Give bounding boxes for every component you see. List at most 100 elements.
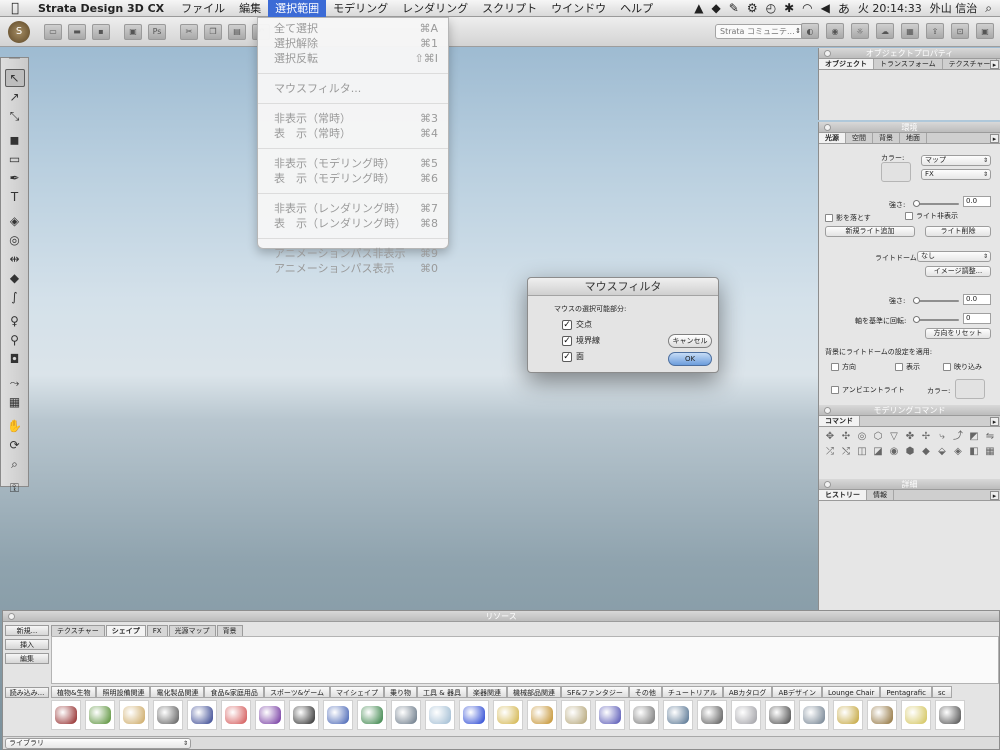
- command-icon[interactable]: ⬙: [935, 446, 949, 458]
- save-icon[interactable]: ▪: [92, 23, 110, 40]
- command-icon[interactable]: ⬢: [903, 446, 917, 458]
- tab-info[interactable]: 情報: [867, 490, 894, 500]
- command-icon[interactable]: ◪: [871, 446, 885, 458]
- volume-icon[interactable]: ◀: [821, 1, 830, 15]
- light-bulb-tool-icon[interactable]: ♀: [5, 312, 25, 330]
- link-tool-icon[interactable]: ⤳: [5, 374, 25, 392]
- tab-textures[interactable]: テクスチャー: [51, 625, 105, 636]
- image-adjust-button[interactable]: イメージ調整...: [925, 266, 991, 277]
- light-icon[interactable]: ☼: [851, 23, 869, 39]
- shape-thumbnail[interactable]: [799, 700, 829, 730]
- shape-thumbnail[interactable]: [221, 700, 251, 730]
- menu-item[interactable]: マウスフィルタ...: [258, 81, 448, 96]
- category-tab[interactable]: 食品&家庭用品: [204, 686, 264, 698]
- shape-thumbnail[interactable]: [527, 700, 557, 730]
- face-option[interactable]: ✓ 面: [562, 351, 584, 362]
- menu-item[interactable]: 選択解除 ⌘1: [258, 36, 448, 51]
- render-icon[interactable]: ◐: [801, 23, 819, 39]
- lathe-tool-icon[interactable]: ◎: [5, 231, 25, 249]
- command-icon[interactable]: ⇋: [983, 431, 997, 443]
- shape-thumbnail[interactable]: [51, 700, 81, 730]
- command-icon[interactable]: ◩: [967, 431, 981, 443]
- menu-window[interactable]: ウインドウ: [544, 0, 613, 17]
- category-tab[interactable]: 乗り物: [384, 686, 418, 698]
- tab-backgrounds[interactable]: 背景: [216, 625, 243, 636]
- path-tool-icon[interactable]: ∫: [5, 288, 25, 306]
- command-icon[interactable]: ✥: [823, 431, 837, 443]
- command-icon[interactable]: ⬡: [871, 431, 885, 443]
- shape-thumbnail[interactable]: [833, 700, 863, 730]
- menu-item[interactable]: 非表示（レンダリング時） ⌘7: [258, 201, 448, 216]
- command-icon[interactable]: ✢: [919, 431, 933, 443]
- panel-menu-icon[interactable]: ▸: [990, 417, 999, 426]
- menu-rendering[interactable]: レンダリング: [395, 0, 475, 17]
- vertex-option[interactable]: ✓ 交点: [562, 319, 592, 330]
- tab-shapes[interactable]: シェイプ: [105, 625, 146, 636]
- category-tab[interactable]: ABデザイン: [772, 686, 823, 698]
- cancel-button[interactable]: キャンセル: [668, 334, 712, 348]
- cube-tool-icon[interactable]: ◼: [5, 131, 25, 149]
- menu-item[interactable]: 選択反転 ⇧⌘I: [258, 51, 448, 66]
- delete-light-button[interactable]: ライト削除: [925, 226, 991, 237]
- library-select[interactable]: ライブラリ ⇕: [5, 738, 191, 749]
- category-tab[interactable]: 電化製品関連: [150, 686, 205, 698]
- tab-light[interactable]: 光源: [819, 133, 846, 143]
- insert-button[interactable]: 挿入: [5, 639, 49, 650]
- load-button[interactable]: 読み込み...: [5, 687, 49, 698]
- map-select[interactable]: マップ ⇕: [921, 155, 991, 166]
- shadow-checkbox[interactable]: [825, 214, 833, 222]
- strength2-slider[interactable]: [913, 297, 959, 304]
- tab-history[interactable]: ヒストリー: [819, 490, 867, 500]
- strata-logo-icon[interactable]: S: [8, 20, 30, 43]
- ok-button[interactable]: OK: [668, 352, 712, 366]
- tab-object[interactable]: オブジェクト: [819, 59, 874, 69]
- text-tool-icon[interactable]: T: [5, 188, 25, 206]
- category-tab[interactable]: 機械部品関連: [506, 686, 561, 698]
- slider-knob[interactable]: [913, 316, 920, 323]
- command-icon[interactable]: ⤭: [839, 446, 853, 458]
- menu-script[interactable]: スクリプト: [475, 0, 544, 17]
- boolean-tool-icon[interactable]: ◆: [5, 269, 25, 287]
- shape-thumbnail[interactable]: [459, 700, 489, 730]
- palette-grip-icon[interactable]: ▔▔: [1, 58, 28, 68]
- shape-thumbnail[interactable]: [595, 700, 625, 730]
- object-pointer-tool-icon[interactable]: ↖: [4, 69, 25, 87]
- open-folder-icon[interactable]: ▬: [68, 23, 86, 40]
- rotate-slider[interactable]: [913, 316, 959, 323]
- shadow-option[interactable]: 影を落とす: [825, 213, 871, 223]
- menu-selection[interactable]: 選択範囲: [268, 0, 327, 17]
- strength2-input[interactable]: 0.0: [963, 294, 991, 305]
- subobject-pointer-tool-icon[interactable]: ↗: [5, 88, 25, 106]
- ambient-checkbox[interactable]: [831, 386, 839, 394]
- scene-icon[interactable]: ▦: [901, 23, 919, 39]
- wifi-icon[interactable]: ◠: [802, 1, 812, 15]
- camera-icon[interactable]: ◉: [826, 23, 844, 39]
- spotlight-tool-icon[interactable]: ⚲: [5, 331, 25, 349]
- shape-thumbnail[interactable]: [289, 700, 319, 730]
- tab-command[interactable]: コマンド: [819, 416, 860, 426]
- edge-checkbox[interactable]: ✓: [562, 335, 572, 346]
- reset-direction-button[interactable]: 方向をリセット: [925, 328, 991, 339]
- shape-thumbnail[interactable]: [561, 700, 591, 730]
- category-tab[interactable]: マイシェイプ: [330, 686, 385, 698]
- menu-help[interactable]: ヘルプ: [613, 0, 660, 17]
- menu-item[interactable]: 非表示（モデリング時） ⌘5: [258, 156, 448, 171]
- command-icon[interactable]: ◎: [855, 431, 869, 443]
- new-file-icon[interactable]: ▭: [44, 23, 62, 40]
- category-tab[interactable]: スポーツ&ゲーム: [263, 686, 331, 698]
- close-icon[interactable]: [824, 481, 831, 488]
- panel-menu-icon[interactable]: ▸: [990, 491, 999, 500]
- sky-icon[interactable]: ☁: [876, 23, 894, 39]
- dropbox-icon[interactable]: ◆: [712, 1, 721, 15]
- tab-fx[interactable]: FX: [146, 625, 168, 636]
- shape-thumbnail[interactable]: [357, 700, 387, 730]
- menu-item[interactable]: 非表示（常時） ⌘3: [258, 111, 448, 126]
- shape-thumbnail[interactable]: [697, 700, 727, 730]
- rotate-input[interactable]: 0: [963, 313, 991, 324]
- panel-menu-icon[interactable]: ▸: [990, 60, 999, 69]
- color-swatch[interactable]: [881, 162, 911, 182]
- command-icon[interactable]: ▽: [887, 431, 901, 443]
- direction-checkbox[interactable]: [831, 363, 839, 371]
- lock-icon[interactable]: ⊡: [951, 23, 969, 39]
- shape-thumbnail[interactable]: [119, 700, 149, 730]
